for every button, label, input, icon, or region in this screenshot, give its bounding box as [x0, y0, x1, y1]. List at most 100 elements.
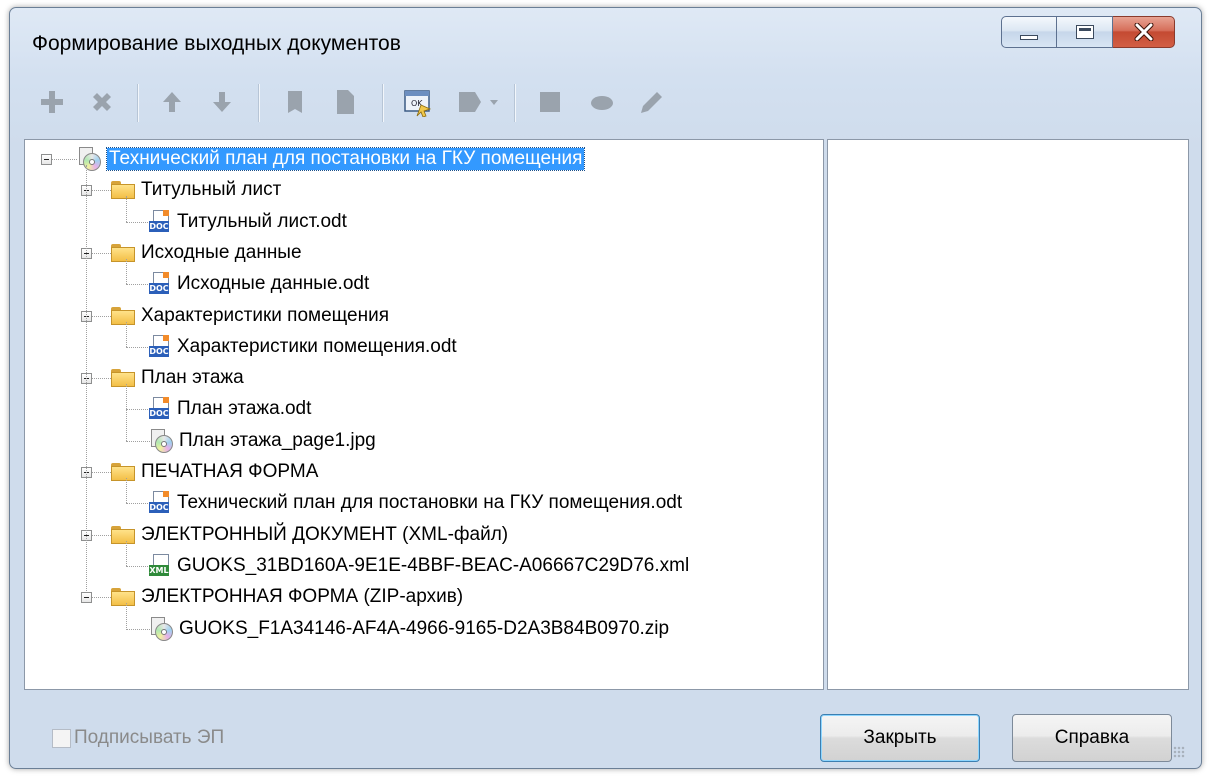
- tree-file[interactable]: DOC План этажа.odt: [149, 394, 311, 424]
- doc-corner: [163, 334, 169, 341]
- tree-file-label: План этажа.odt: [177, 398, 312, 420]
- export-dropdown-button[interactable]: [486, 86, 502, 118]
- tree-file[interactable]: DOC Исходные данные.odt: [149, 269, 369, 299]
- export-icon: [459, 92, 481, 112]
- doc-file-icon: DOC: [149, 491, 171, 515]
- tree-folder-label: Титульный лист: [141, 179, 282, 201]
- tree-line: [92, 252, 111, 254]
- file-type-tag: DOC: [149, 345, 169, 357]
- folder-body: [111, 591, 135, 607]
- file-type-tag: XML: [149, 564, 169, 576]
- tree-folder[interactable]: Исходные данные: [111, 238, 302, 268]
- tree-line: [126, 196, 127, 222]
- tree-folder[interactable]: ПЕЧАТНАЯ ФОРМА: [111, 457, 318, 487]
- tree-line: [126, 503, 150, 505]
- tree-folder[interactable]: Характеристики помещения: [111, 301, 389, 331]
- tree-file-label: Характеристики помещения.odt: [177, 335, 457, 357]
- doc-corner: [163, 209, 169, 216]
- tree-file-label: План этажа_page1.jpg: [179, 429, 376, 451]
- add-button[interactable]: [36, 86, 68, 118]
- maximize-button[interactable]: [1057, 16, 1113, 48]
- add-icon: [41, 91, 63, 113]
- tree-line: [52, 159, 77, 160]
- doc-corner: [163, 397, 169, 404]
- tree-folder-label: ЭЛЕКТРОННАЯ ФОРМА (ZIP-архив): [141, 586, 464, 608]
- bookmark-button[interactable]: [279, 86, 311, 118]
- file-type-tag: DOC: [149, 283, 169, 295]
- preview-panel: [827, 139, 1189, 690]
- sign-option[interactable]: Подписывать ЭП: [52, 727, 224, 749]
- tree-file[interactable]: XML GUOKS_31BD160A-9E1E-4BBF-BEAC-A06667C…: [149, 551, 689, 581]
- close-button[interactable]: Закрыть: [820, 714, 980, 762]
- image-file-icon: [77, 147, 101, 171]
- toolbar-separator: [382, 84, 384, 122]
- file-type-tag: DOC: [149, 502, 169, 514]
- tree-folder-label: Характеристики помещения: [141, 304, 390, 326]
- tree-line: [92, 472, 111, 473]
- delete-button[interactable]: [86, 86, 118, 118]
- tree-file-label: Титульный лист.odt: [177, 210, 347, 232]
- tree-file[interactable]: DOC Характеристики помещения.odt: [149, 332, 457, 362]
- folder-icon: [111, 306, 135, 325]
- page-button[interactable]: [329, 86, 361, 118]
- folder-body: [111, 466, 135, 481]
- export-button[interactable]: [454, 86, 486, 118]
- sign-checkbox[interactable]: [52, 728, 71, 748]
- tree-root[interactable]: Технический план для постановки на ГКУ п…: [77, 144, 586, 174]
- tree-folder[interactable]: ЭЛЕКТРОННЫЙ ДОКУМЕНТ (XML-файл): [111, 520, 508, 550]
- tree-line: [126, 346, 150, 348]
- doc-file-icon: DOC: [149, 209, 171, 234]
- move-down-button[interactable]: [206, 86, 238, 118]
- image-file-icon: [149, 428, 173, 453]
- stamp-button[interactable]: [586, 86, 618, 118]
- minimize-button[interactable]: [1001, 16, 1057, 48]
- tree-root-label: Технический план для постановки на ГКУ п…: [105, 147, 586, 171]
- move-up-icon: [163, 92, 181, 112]
- tree-line: [126, 565, 150, 567]
- square-button[interactable]: [534, 86, 566, 118]
- folder-icon: [111, 181, 135, 200]
- edit-icon: [641, 92, 662, 113]
- tree-file[interactable]: План этажа_page1.jpg: [149, 426, 376, 456]
- toolbar-separator: [514, 84, 516, 122]
- disc-shape: [155, 434, 173, 453]
- file-type-tag: DOC: [149, 408, 169, 420]
- tree-line: [86, 165, 87, 592]
- tree-file[interactable]: DOC Титульный лист.odt: [149, 207, 347, 237]
- bookmark-icon: [288, 91, 302, 113]
- folder-icon: [111, 588, 135, 607]
- expander-root[interactable]: [41, 154, 52, 165]
- tree-file-label: Технический план для постановки на ГКУ п…: [177, 492, 683, 514]
- tree-line: [126, 478, 127, 504]
- resize-grip[interactable]: [1173, 746, 1185, 758]
- document-tree[interactable]: Технический план для постановки на ГКУ п…: [24, 139, 824, 690]
- tree-line: [92, 378, 111, 380]
- move-up-button[interactable]: [156, 86, 188, 118]
- tree-file[interactable]: GUOKS_F1A34146-AF4A-4966-9165-D2A3B84B09…: [149, 614, 669, 644]
- tree-line: [126, 321, 127, 347]
- help-button[interactable]: Справка: [1012, 714, 1172, 762]
- ok-form-button[interactable]: OK: [402, 86, 434, 118]
- tree-folder-label: ПЕЧАТНАЯ ФОРМА: [141, 461, 319, 482]
- move-down-icon: [213, 92, 231, 112]
- tree-folder[interactable]: ЭЛЕКТРОННАЯ ФОРМА (ZIP-архив): [111, 582, 463, 612]
- tree-file[interactable]: DOC Технический план для постановки на ГК…: [149, 488, 682, 518]
- toolbar: OK: [24, 76, 824, 126]
- folder-body: [111, 372, 135, 388]
- folder-body: [111, 184, 135, 200]
- minimize-icon: [1020, 34, 1038, 40]
- tree-folder[interactable]: Титульный лист: [111, 175, 281, 205]
- doc-corner: [163, 272, 169, 279]
- expander-folder[interactable]: [81, 592, 92, 604]
- xml-file-icon: XML: [149, 553, 171, 578]
- tree-line: [92, 190, 111, 192]
- page-icon: [337, 90, 354, 114]
- close-window-button[interactable]: [1113, 16, 1175, 48]
- tree-line: [126, 384, 127, 441]
- delete-icon: [93, 93, 111, 111]
- square-icon: [540, 92, 560, 112]
- tree-file-label: GUOKS_31BD160A-9E1E-4BBF-BEAC-A06667C29D…: [177, 554, 690, 576]
- tree-folder[interactable]: План этажа: [111, 363, 244, 393]
- edit-button[interactable]: [636, 86, 668, 118]
- tree-line: [126, 284, 150, 286]
